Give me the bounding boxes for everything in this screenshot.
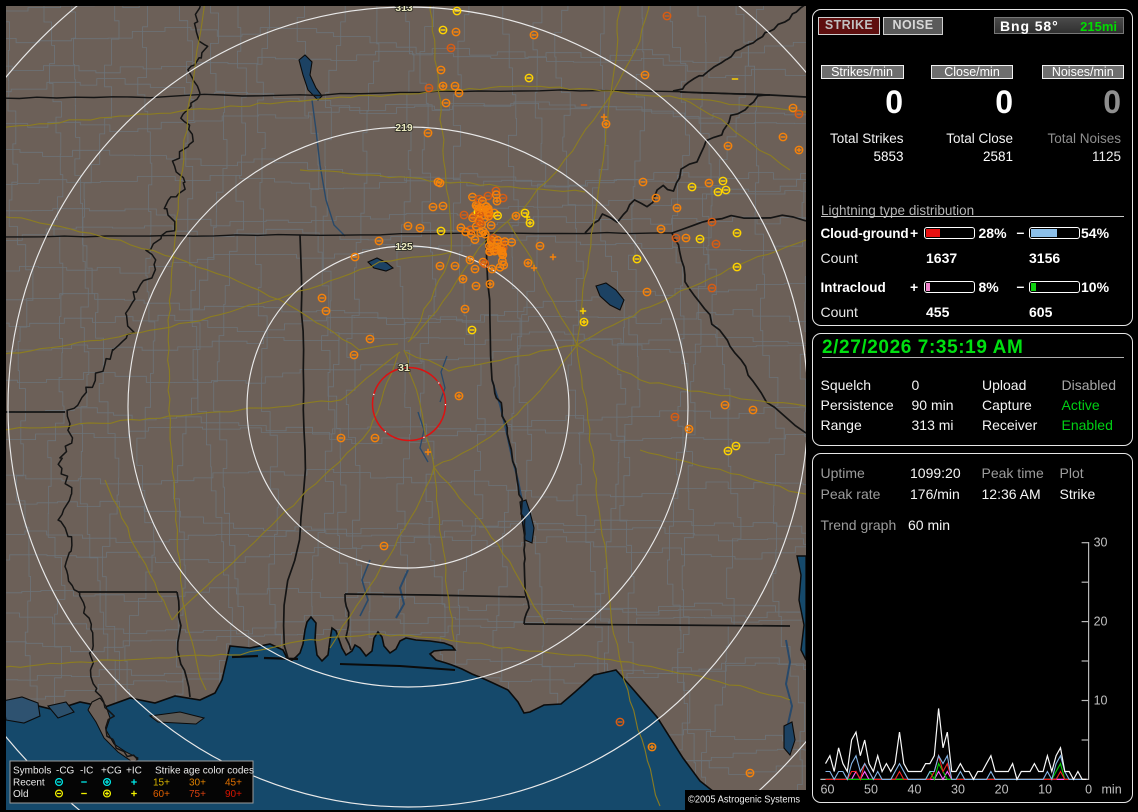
svg-text:Symbols: Symbols (13, 766, 51, 777)
svg-text:30+: 30+ (189, 778, 206, 789)
svg-text:60+: 60+ (153, 789, 170, 800)
svg-text:+CG: +CG (101, 766, 122, 777)
svg-text:+IC: +IC (126, 766, 142, 777)
svg-text:125: 125 (395, 241, 413, 253)
svg-text:313: 313 (395, 6, 413, 14)
svg-text:45+: 45+ (225, 778, 242, 789)
svg-text:©2005 Astrogenic Systems: ©2005 Astrogenic Systems (688, 795, 800, 806)
svg-text:219: 219 (395, 122, 413, 134)
svg-text:-CG: -CG (56, 766, 75, 777)
svg-text:Recent: Recent (13, 778, 45, 789)
svg-text:15+: 15+ (153, 778, 170, 789)
svg-text:Old: Old (13, 789, 29, 800)
svg-text:90+: 90+ (225, 789, 242, 800)
svg-text:Strike age color codes: Strike age color codes (155, 766, 254, 777)
svg-text:-IC: -IC (80, 766, 93, 777)
svg-text:75+: 75+ (189, 789, 206, 800)
svg-text:31: 31 (398, 362, 410, 374)
